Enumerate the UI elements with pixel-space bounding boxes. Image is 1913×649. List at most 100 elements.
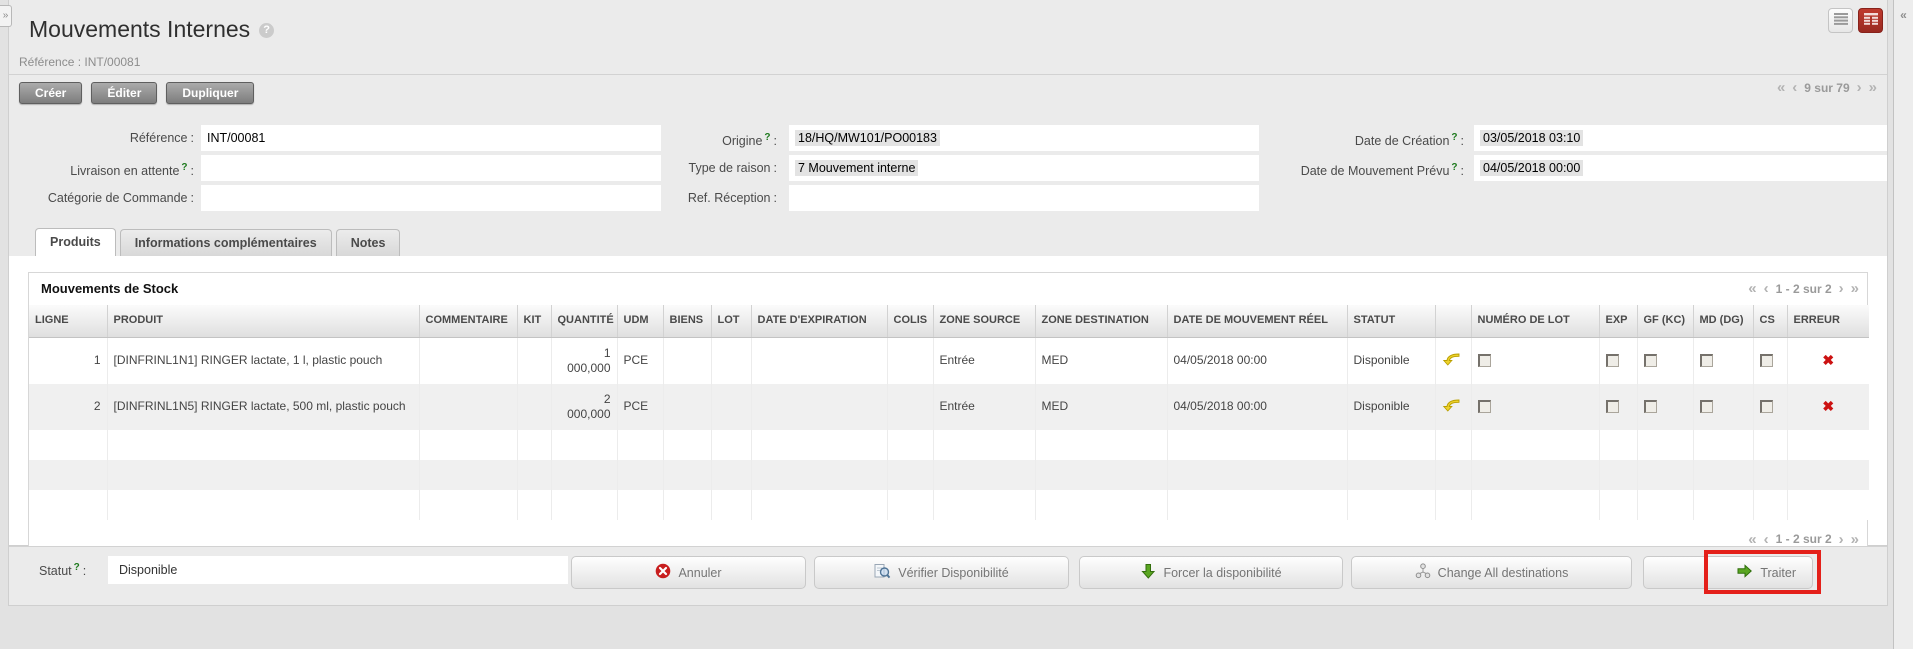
undo-arrow-icon[interactable] (1442, 352, 1461, 370)
ref-reception-label: Ref. Réception: (687, 191, 777, 205)
title-help-icon[interactable]: ? (259, 23, 275, 38)
erreur-delete-icon[interactable]: ✖ (1822, 398, 1834, 414)
edit-button[interactable]: Éditer (91, 82, 158, 104)
help-icon[interactable]: ? (74, 562, 80, 573)
tab-notes[interactable]: Notes (335, 229, 401, 256)
pager-first-icon[interactable]: « (1777, 80, 1785, 95)
cell-exp (1599, 337, 1638, 384)
grid-pager-top: « ‹ 1 - 2 sur 2 › » (1748, 281, 1859, 296)
col-ligne[interactable]: LIGNE (29, 305, 108, 338)
grid-pager-bottom: « ‹ 1 - 2 sur 2 › » (1748, 532, 1859, 547)
col-produit[interactable]: PRODUIT (107, 305, 420, 338)
col-erreur[interactable]: ERREUR (1787, 305, 1869, 338)
pager-next-icon[interactable]: › (1857, 80, 1862, 95)
form-view-button[interactable] (1858, 8, 1883, 33)
ref-reception-field[interactable] (789, 185, 1259, 211)
tab-informations-complementaires[interactable]: Informations complémentaires (119, 229, 332, 256)
md-dg-checkbox[interactable] (1699, 400, 1713, 413)
origine-label: Origine?: (722, 132, 777, 149)
tab-produits[interactable]: Produits (35, 228, 116, 256)
col-exp[interactable]: EXP (1599, 305, 1638, 338)
origine-field[interactable]: 18/HQ/MW101/PO00183 (789, 125, 1259, 151)
cell-commentaire (419, 337, 518, 384)
view-switcher (1828, 8, 1883, 33)
col-lot[interactable]: LOT (711, 305, 752, 338)
cs-checkbox[interactable] (1759, 400, 1773, 413)
col-cs[interactable]: CS (1753, 305, 1788, 338)
help-icon[interactable]: ? (764, 132, 770, 143)
table-row[interactable]: 1 [DINFRINL1N1] RINGER lactate, 1 l, pla… (29, 337, 1869, 384)
date-creation-label: Date de Création?: (1354, 132, 1464, 149)
pager-first-icon[interactable]: « (1748, 532, 1756, 547)
pager-first-icon[interactable]: « (1748, 281, 1756, 296)
undo-arrow-icon[interactable] (1442, 398, 1461, 416)
cell-md-dg (1693, 383, 1754, 430)
col-kit[interactable]: KIT (517, 305, 552, 338)
empty-row (29, 489, 1869, 520)
notebook-tabs: Produits Informations complémentaires No… (9, 228, 1887, 257)
cancel-icon (655, 563, 671, 582)
col-gf-kc[interactable]: GF (KC) (1637, 305, 1694, 338)
numero-lot-checkbox[interactable] (1477, 354, 1491, 367)
help-icon[interactable]: ? (1451, 132, 1457, 143)
numero-lot-checkbox[interactable] (1477, 400, 1491, 413)
cell-date-expiration (751, 337, 888, 384)
pager-next-icon[interactable]: › (1839, 532, 1844, 547)
col-biens[interactable]: BIENS (663, 305, 712, 338)
list-view-button[interactable] (1828, 8, 1853, 33)
cell-date-mouvement-reel: 04/05/2018 00:00 (1167, 383, 1348, 430)
table-row[interactable]: 2 [DINFRINL1N5] RINGER lactate, 500 ml, … (29, 383, 1869, 430)
col-md-dg[interactable]: MD (DG) (1693, 305, 1754, 338)
col-zone-source[interactable]: ZONE SOURCE (933, 305, 1036, 338)
col-numero-de-lot[interactable]: NUMÉRO DE LOT (1471, 305, 1600, 338)
header-divider (9, 74, 1887, 75)
help-icon[interactable]: ? (181, 162, 187, 173)
col-quantite[interactable]: QUANTITÉ (551, 305, 618, 338)
pager-last-icon[interactable]: » (1851, 532, 1859, 547)
gf-kc-checkbox[interactable] (1643, 354, 1657, 367)
exp-checkbox[interactable] (1605, 354, 1619, 367)
pager-prev-icon[interactable]: ‹ (1764, 281, 1769, 296)
col-colis[interactable]: COLIS (887, 305, 934, 338)
date-mouvement-prevu-field[interactable]: 04/05/2018 00:00 (1474, 155, 1887, 181)
cs-checkbox[interactable] (1759, 354, 1773, 367)
erreur-delete-icon[interactable]: ✖ (1822, 352, 1834, 368)
pager-prev-icon[interactable]: ‹ (1792, 80, 1797, 95)
type-de-raison-label: Type de raison: (688, 161, 777, 175)
cell-produit: [DINFRINL1N5] RINGER lactate, 500 ml, pl… (107, 383, 420, 430)
attachments-panel-rail: « (1893, 0, 1913, 649)
pager-last-icon[interactable]: » (1851, 281, 1859, 296)
annuler-button[interactable]: Annuler (571, 556, 806, 589)
date-creation-field[interactable]: 03/05/2018 03:10 (1474, 125, 1887, 151)
col-date-expiration[interactable]: DATE D'EXPIRATION (751, 305, 888, 338)
pager-label: 1 - 2 sur 2 (1775, 281, 1832, 296)
forcer-disponibilite-button[interactable]: Forcer la disponibilité (1079, 556, 1343, 589)
change-all-destinations-button[interactable]: Change All destinations (1351, 556, 1632, 589)
verifier-disponibilite-button[interactable]: Vérifier Disponibilité (814, 556, 1069, 589)
form-view-icon (1863, 13, 1878, 28)
pager-next-icon[interactable]: › (1839, 281, 1844, 296)
traiter-button[interactable]: Traiter (1643, 556, 1813, 589)
col-zone-destination[interactable]: ZONE DESTINATION (1035, 305, 1168, 338)
col-commentaire[interactable]: COMMENTAIRE (419, 305, 518, 338)
cell-erreur: ✖ (1787, 337, 1869, 384)
md-dg-checkbox[interactable] (1699, 354, 1713, 367)
create-button[interactable]: Créer (19, 82, 83, 104)
col-date-mouvement-reel[interactable]: DATE DE MOUVEMENT RÉEL (1167, 305, 1348, 338)
cell-gf-kc (1637, 383, 1694, 430)
gf-kc-checkbox[interactable] (1643, 400, 1657, 413)
menu-expand-toggle[interactable]: » (0, 5, 12, 27)
page-title: Mouvements Internes (29, 16, 251, 42)
type-de-raison-field[interactable]: 7 Mouvement interne (789, 155, 1259, 181)
panel-collapse-toggle[interactable]: « (1894, 8, 1913, 22)
grid-filler (29, 520, 1867, 528)
green-right-arrow-icon (1736, 563, 1753, 582)
duplicate-button[interactable]: Dupliquer (166, 82, 255, 104)
col-udm[interactable]: UDM (617, 305, 664, 338)
col-statut[interactable]: STATUT (1347, 305, 1436, 338)
exp-checkbox[interactable] (1605, 400, 1619, 413)
pager-last-icon[interactable]: » (1869, 80, 1877, 95)
pager-prev-icon[interactable]: ‹ (1764, 532, 1769, 547)
help-icon[interactable]: ? (1451, 162, 1457, 173)
cell-quantite: 2 000,000 (551, 383, 618, 430)
